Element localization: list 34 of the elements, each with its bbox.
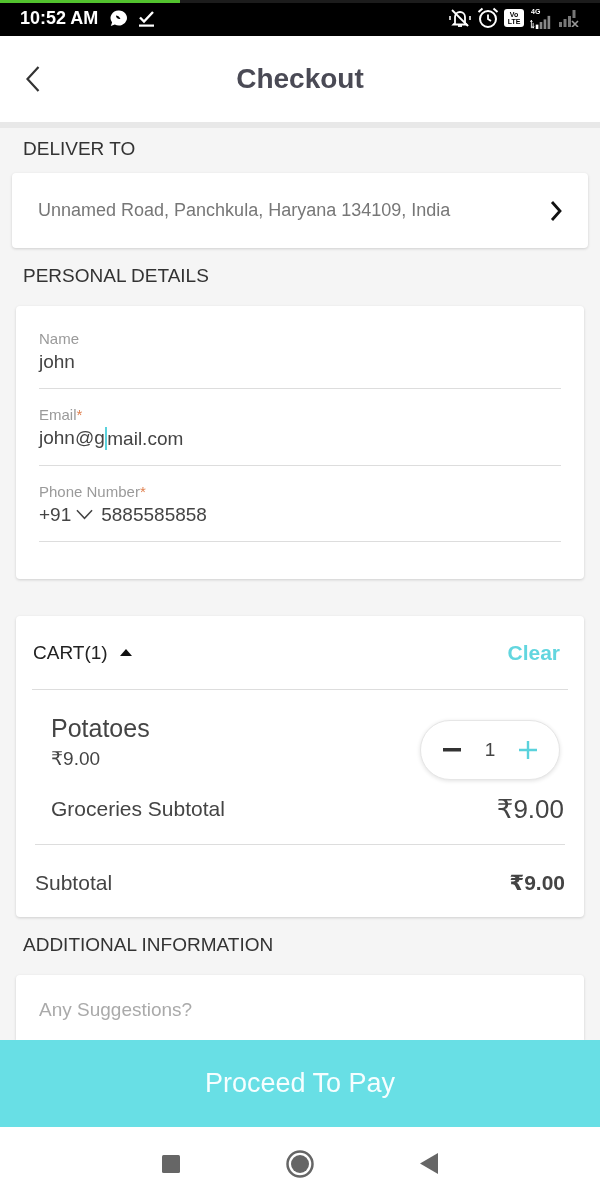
bell-slash-icon [449, 8, 471, 28]
subtotal-label: Subtotal [35, 871, 113, 896]
status-time: 10:52 AM [20, 7, 99, 29]
minus-icon [443, 748, 461, 753]
circle-icon[interactable] [286, 1149, 314, 1178]
address-text: Unnamed Road, Panchkula, Haryana 134109, India [38, 200, 451, 221]
item-name: Potatoes [51, 714, 150, 744]
no-signal-icon [558, 9, 580, 27]
alarm-clock-icon [477, 7, 499, 29]
item-price: ₹9.00 [51, 747, 102, 771]
phone-field[interactable]: Phone Number* +91 5885585858 [39, 482, 561, 543]
tick-icon [138, 9, 156, 27]
chevron-down-icon [76, 509, 94, 521]
page-title: Checkout [235, 63, 365, 95]
chevron-left-icon [26, 66, 40, 92]
chat-bubble-icon [110, 9, 129, 27]
plus-icon [519, 741, 537, 760]
quantity-value: 1 [484, 739, 496, 762]
subtotal-amount: ₹9.00 [509, 871, 565, 896]
input-field[interactable]: Email* john@g mail.com [39, 405, 561, 467]
address-card[interactable]: Unnamed Road, Panchkula, Haryana 134109, India [12, 173, 588, 248]
section-heading: PERSONAL DETAILS [22, 264, 209, 287]
groceries-subtotal-label: Groceries Subtotal [51, 797, 225, 822]
triangle-icon[interactable] [420, 1153, 438, 1174]
text-cursor [104, 427, 108, 451]
section-heading: ADDITIONAL INFORMATION [22, 933, 274, 957]
country-code-select[interactable]: +91 [39, 503, 94, 527]
chevron-right-icon [550, 199, 562, 222]
groceries-subtotal-amount: ₹9.00 [496, 794, 564, 825]
cart-toggle[interactable]: CART(1) [33, 642, 132, 664]
square-icon[interactable] [162, 1154, 180, 1173]
signal-bars-icon [529, 14, 553, 29]
input-field[interactable]: Name john [39, 329, 561, 389]
section-heading: DELIVER TO [22, 137, 136, 160]
